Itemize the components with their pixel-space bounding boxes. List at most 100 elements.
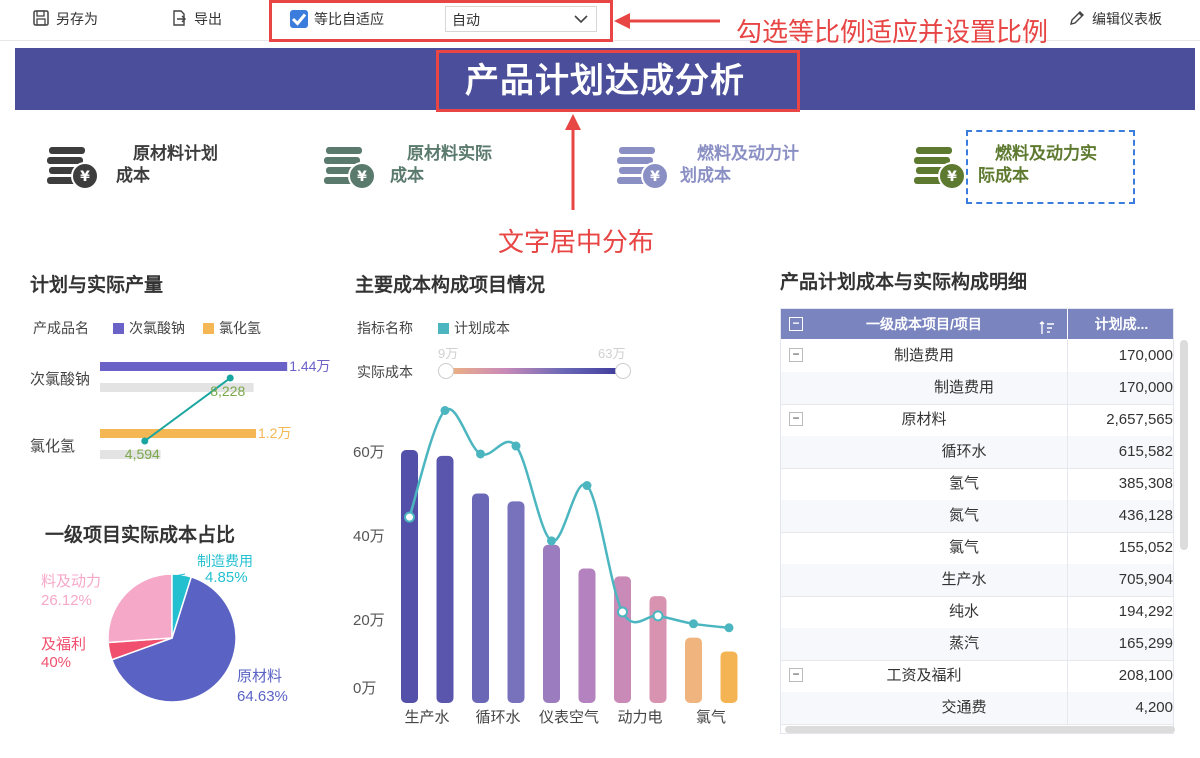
svg-text:¥: ¥	[80, 169, 90, 185]
pencil-icon	[1068, 9, 1086, 30]
legend-swatch-icon	[438, 322, 449, 334]
row-value: 436,128	[1067, 500, 1173, 532]
table-header-col1[interactable]: − 一级成本项目/项目	[781, 309, 1067, 339]
svg-text:¥: ¥	[947, 169, 957, 185]
table-row[interactable]: 氮气 436,128	[781, 500, 1173, 533]
row-name: 制造费用	[933, 379, 994, 396]
plan-cost-point[interactable]	[724, 623, 734, 633]
legend-label: 氯化氢	[219, 320, 261, 336]
x-tick-label: 生产水	[404, 709, 449, 726]
category-label: 氯化氢	[30, 438, 75, 455]
plan-cost-point[interactable]	[547, 536, 556, 546]
row-value: 2,657,565	[1067, 404, 1173, 436]
range-slider-max-handle[interactable]	[615, 363, 631, 379]
plan-cost-point[interactable]	[404, 511, 415, 523]
pie-label-name: 原材料	[237, 668, 282, 685]
plan-cost-point[interactable]	[689, 619, 698, 629]
row-value: 4,200	[1067, 692, 1173, 724]
table-row[interactable]: − 工资及福利 208,100	[781, 660, 1173, 693]
cost-bar[interactable]	[507, 501, 525, 703]
plan-bar[interactable]	[100, 362, 288, 371]
table-row[interactable]: 氯气 155,052	[781, 532, 1173, 565]
cost-bar[interactable]	[401, 450, 418, 703]
pie-chart-title: 一级项目实际成本占比	[45, 525, 236, 546]
table-header-col2[interactable]: 计划成...	[1068, 309, 1173, 339]
export-button[interactable]: 导出	[170, 8, 222, 30]
plan-bar[interactable]	[100, 429, 256, 438]
table-row[interactable]: 纯水 194,292	[781, 596, 1173, 629]
row-name: 循环水	[941, 443, 987, 460]
save-as-button[interactable]: 另存为	[32, 8, 98, 30]
cost-bar[interactable]	[720, 651, 738, 703]
plan-cost-point[interactable]	[440, 406, 450, 415]
row-value: 170,000	[1067, 340, 1173, 372]
pie-label-value: 64.63%	[237, 688, 288, 705]
kpi-line2: 划成本	[680, 166, 731, 185]
table-row[interactable]: 氢气 385,308	[781, 468, 1173, 501]
cost-chart-title: 主要成本构成项目情况	[355, 275, 546, 296]
pie-chart: 原材料 64.63% 及福利40% 料及动力 26.12% 制造费用4.85%	[41, 553, 288, 705]
output-legend-title: 产成品名	[33, 320, 89, 336]
kpi-label-1[interactable]: 原材料计划 成本	[116, 143, 218, 187]
range-slider-min-handle[interactable]	[438, 363, 454, 379]
row-value: 165,299	[1067, 628, 1173, 660]
actual-value-label: 8,228	[210, 383, 245, 399]
cost-bar[interactable]	[578, 568, 596, 704]
cost-bar[interactable]	[543, 544, 560, 703]
coins-icon: ¥	[912, 143, 968, 198]
coins-icon: ¥	[45, 143, 101, 198]
svg-text:¥: ¥	[650, 169, 660, 185]
kpi-label-2[interactable]: 原材料实际 成本	[390, 143, 492, 187]
table-horizontal-scrollbar[interactable]	[785, 726, 1175, 733]
row-value: 385,308	[1067, 468, 1173, 500]
edit-dashboard-label: 编辑仪表板	[1092, 11, 1162, 27]
range-slider-track[interactable]	[445, 368, 623, 374]
pie-slice[interactable]	[107, 573, 173, 644]
output-legend-item-1[interactable]: 次氯酸钠	[113, 318, 185, 338]
kpi-line1: 原材料计划	[133, 144, 218, 163]
row-value: 170,000	[1067, 372, 1173, 404]
pie-label-name: 制造费用	[197, 553, 253, 569]
table-row[interactable]: 生产水 705,904	[781, 564, 1173, 597]
save-as-label: 另存为	[56, 11, 98, 27]
y-tick-label: 40万	[353, 528, 385, 545]
actual-point[interactable]	[141, 437, 149, 445]
plan-cost-point[interactable]	[582, 481, 592, 491]
row-name: 原材料	[901, 411, 947, 428]
coins-icon: ¥	[322, 143, 378, 198]
row-value: 615,582	[1067, 436, 1173, 468]
edit-dashboard-button[interactable]: 编辑仪表板	[1068, 8, 1162, 30]
cost-bar[interactable]	[472, 493, 489, 703]
table-row[interactable]: 制造费用 170,000	[781, 372, 1173, 405]
x-tick-label: 循环水	[475, 709, 520, 726]
kpi-label-3[interactable]: 燃料及动力计 划成本	[680, 143, 799, 187]
row-name: 氮气	[948, 507, 979, 524]
slider-max-label: 63万	[598, 346, 626, 361]
cost-bar[interactable]	[685, 637, 702, 703]
annotation-box-title	[436, 50, 800, 112]
row-name: 生产水	[941, 571, 987, 588]
plan-value-label: 1.44万	[289, 358, 330, 374]
annotation-arrow-left-icon	[614, 13, 720, 29]
plan-cost-point[interactable]	[476, 449, 485, 459]
cost-legend-item[interactable]: 计划成本	[438, 318, 510, 338]
output-legend-item-2[interactable]: 氯化氢	[203, 318, 261, 338]
table-row[interactable]: 交通费 4,200	[781, 692, 1173, 725]
row-value: 705,904	[1067, 564, 1173, 596]
plan-cost-point[interactable]	[617, 606, 628, 618]
header-label: 一级成本项目/项目	[866, 316, 982, 332]
table-row[interactable]: 循环水 615,582	[781, 436, 1173, 469]
row-name: 蒸汽	[948, 635, 979, 652]
plan-cost-point[interactable]	[511, 441, 521, 451]
table-row[interactable]: − 原材料 2,657,565	[781, 404, 1173, 437]
actual-point[interactable]	[226, 374, 234, 382]
cost-bar[interactable]	[436, 455, 454, 703]
plan-cost-point[interactable]	[652, 610, 664, 622]
table-row[interactable]: − 制造费用 170,000	[781, 340, 1173, 373]
row-name: 氢气	[948, 475, 979, 492]
selected-kpi-outline[interactable]	[966, 130, 1135, 204]
table-vertical-scrollbar[interactable]	[1180, 340, 1188, 550]
actual-value-label: 4,594	[125, 446, 160, 462]
table-row[interactable]: 蒸汽 165,299	[781, 628, 1173, 661]
svg-text:¥: ¥	[357, 169, 367, 185]
